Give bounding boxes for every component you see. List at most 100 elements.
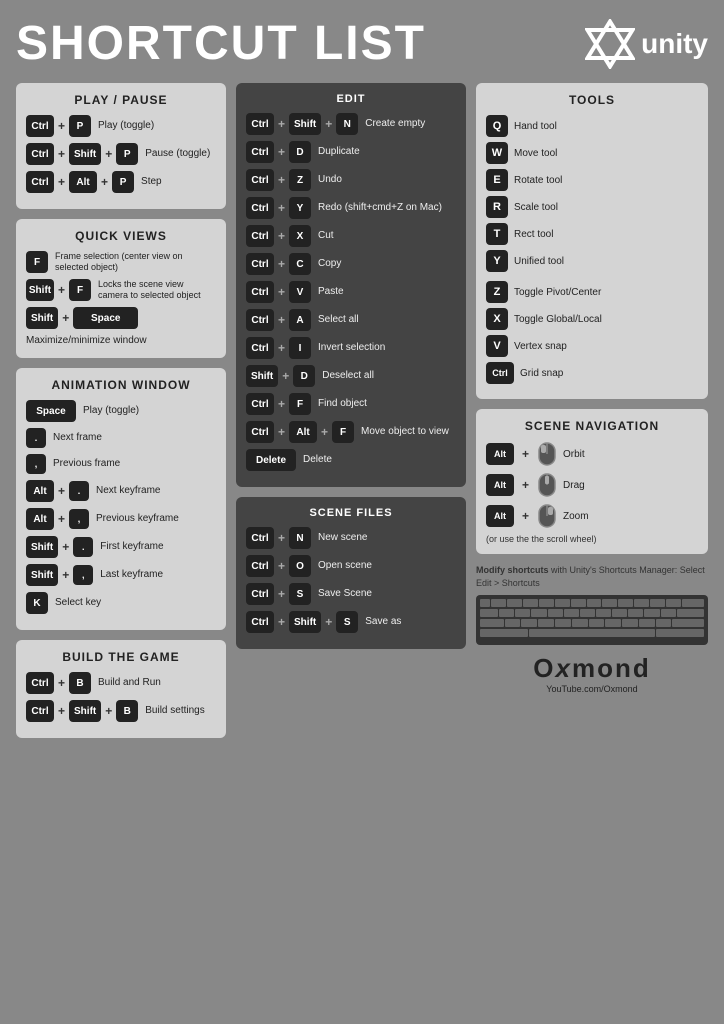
find-obj-desc: Find object [318,398,367,410]
prev-keyframe-desc: Previous keyframe [96,513,179,525]
n-key: N [289,527,311,549]
play-pause-section: PLAY / PAUSE Ctrl + P Play (toggle) Ctrl… [16,83,226,209]
v-key: V [486,335,508,357]
shortcut-row: F Frame selection (center view on select… [26,251,216,273]
ctrl-key: Ctrl [246,253,274,275]
page: SHORTCUT LIST unity PLAY / PAUSE Ctrl + … [16,16,708,748]
space-key: Space [26,400,76,422]
build-run-desc: Build and Run [98,677,161,689]
ctrl-key: Ctrl [246,197,274,219]
select-all-desc: Select all [318,314,359,326]
s-key: S [289,583,311,605]
r-key: R [486,196,508,218]
open-scene-desc: Open scene [318,560,372,572]
move-tool-desc: Move tool [514,148,557,159]
scene-files-section: SCENE FILES Ctrl + N New scene Ctrl + O … [236,497,466,649]
quick-views-title: QUICK VIEWS [26,229,216,243]
header: SHORTCUT LIST unity [16,16,708,71]
comma-key: , [73,565,93,585]
shortcut-row: Alt + , Previous keyframe [26,508,216,530]
animation-title: ANIMATION WINDOW [26,378,216,392]
k-key: K [26,592,48,614]
f-key: F [289,393,311,415]
comma-key: , [26,454,46,474]
shortcut-row: Space Play (toggle) [26,400,216,422]
shortcut-row: Shift + D Deselect all [246,365,456,387]
f-key: F [69,279,91,301]
duplicate-desc: Duplicate [318,146,360,158]
shortcut-row: Ctrl + Shift + B Build settings [26,700,216,722]
step-desc: Step [141,176,162,188]
undo-desc: Undo [318,174,342,186]
shortcut-row: Ctrl + D Duplicate [246,141,456,163]
b-key: B [116,700,138,722]
shortcut-row: . Next frame [26,428,216,448]
scene-files-title: SCENE FILES [246,507,456,519]
shortcut-row: Shift + Space [26,307,216,329]
unified-tool-desc: Unified tool [514,256,564,267]
a-key: A [289,309,311,331]
ctrl-key: Ctrl [246,225,274,247]
w-key: W [486,142,508,164]
shortcut-row: Ctrl + Alt + F Move object to view [246,421,456,443]
oxmond-logo: Oxmond YouTube.com/Oxmond [476,653,708,694]
f-key: F [332,421,354,443]
z-key: Z [486,281,508,303]
v-key: V [289,281,311,303]
shift-key: Shift [26,564,58,586]
nav-row: Alt + Orbit [486,441,698,467]
oxmond-url: YouTube.com/Oxmond [476,684,708,694]
s-key: S [336,611,358,633]
edit-title: EDIT [246,93,456,105]
shortcut-row: Ctrl + I Invert selection [246,337,456,359]
d-key: D [293,365,315,387]
quick-views-section: QUICK VIEWS F Frame selection (center vi… [16,219,226,358]
drag-desc: Drag [563,480,585,491]
f-key: F [26,251,48,273]
new-scene-desc: New scene [318,532,367,544]
ctrl-key: Ctrl [246,611,274,633]
scroll-note: (or use the the scroll wheel) [486,534,698,544]
lock-camera-desc: Locks the scene view camera to selected … [98,279,216,301]
alt-key: Alt [486,474,514,496]
invert-sel-desc: Invert selection [318,342,385,354]
cut-desc: Cut [318,230,334,242]
i-key: I [289,337,311,359]
right-column: TOOLS Q Hand tool W Move tool E Rotate t… [476,83,708,694]
next-frame-desc: Next frame [53,432,102,444]
shortcut-row: Ctrl + Shift + N Create empty [246,113,456,135]
modify-section: Modify shortcuts with Unity's Shortcuts … [476,564,708,645]
select-key-desc: Select key [55,597,101,609]
copy-desc: Copy [318,258,341,270]
build-section: BUILD THE GAME Ctrl + B Build and Run Ct… [16,640,226,738]
edit-section: EDIT Ctrl + Shift + N Create empty Ctrl … [236,83,466,487]
orbit-desc: Orbit [563,449,585,460]
shift-key: Shift [26,279,54,301]
x-key: X [486,308,508,330]
shift-key: Shift [289,113,321,135]
create-empty-desc: Create empty [365,118,425,130]
rect-tool-desc: Rect tool [514,229,553,240]
tool-row: W Move tool [486,142,698,164]
shortcut-row: Ctrl + X Cut [246,225,456,247]
ctrl-key: Ctrl [26,143,54,165]
comma-key: , [69,509,89,529]
shortcut-row: Ctrl + Shift + S Save as [246,611,456,633]
period-key: . [73,537,93,557]
mid-column: EDIT Ctrl + Shift + N Create empty Ctrl … [236,83,466,659]
mouse-middle-icon [537,472,557,498]
alt-key: Alt [26,508,54,530]
left-column: PLAY / PAUSE Ctrl + P Play (toggle) Ctrl… [16,83,226,748]
keyboard-graphic [476,595,708,645]
prev-frame-desc: Previous frame [53,458,120,470]
shortcut-row: Ctrl + Y Redo (shift+cmd+Z on Mac) [246,197,456,219]
save-as-desc: Save as [365,616,401,628]
shortcut-row: Shift + , Last keyframe [26,564,216,586]
tool-row: Y Unified tool [486,250,698,272]
ctrl-key: Ctrl [26,115,54,137]
period-key: . [26,428,46,448]
ctrl-key: Ctrl [246,421,274,443]
ctrl-key: Ctrl [246,527,274,549]
y-key: Y [289,197,311,219]
q-key: Q [486,115,508,137]
